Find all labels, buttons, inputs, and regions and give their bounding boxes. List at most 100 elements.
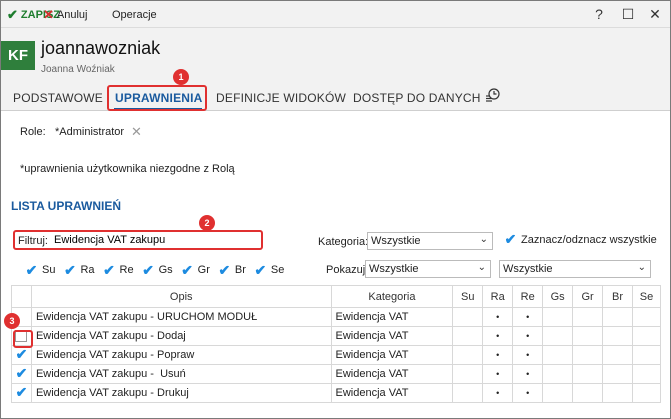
- cell-kategoria: Ewidencja VAT: [330, 364, 454, 384]
- cell-opis: Ewidencja VAT zakupu - Dodaj: [30, 326, 332, 346]
- help-button[interactable]: ?: [590, 5, 608, 23]
- cell-ra: •: [482, 307, 514, 327]
- column-filter-re[interactable]: ✔ Re: [103, 262, 133, 278]
- checkmark-icon: ✔: [25, 261, 38, 278]
- cell-se: [631, 307, 662, 327]
- operations-label: Operacje: [112, 9, 157, 21]
- show-select[interactable]: Wszystkie ⌄: [365, 260, 491, 278]
- table-row[interactable]: Ewidencja VAT zakupu - URUCHOM MODUŁ Ewi…: [11, 307, 662, 327]
- column-header-ra[interactable]: Ra: [482, 285, 514, 308]
- highlight-box-checkbox: [13, 330, 33, 348]
- table-row[interactable]: Ewidencja VAT zakupu - Dodaj Ewidencja V…: [11, 326, 662, 346]
- user-header: KF joannawozniak Joanna Woźniak: [1, 28, 670, 83]
- cell-gs: [542, 326, 574, 346]
- tab-podstawowe[interactable]: PODSTAWOWE: [13, 91, 103, 105]
- cell-opis: Ewidencja VAT zakupu - Popraw: [30, 345, 332, 365]
- column-header-su[interactable]: Su: [452, 285, 484, 308]
- checkmark-icon: ✔: [254, 261, 267, 278]
- step-badge-1: 1: [173, 69, 189, 85]
- row-checkbox-cell: ✔: [11, 383, 32, 403]
- help-icon: ?: [595, 6, 603, 22]
- user-login: joannawozniak: [41, 38, 161, 58]
- table-row[interactable]: ✔ Ewidencja VAT zakupu - Popraw Ewidencj…: [11, 345, 662, 365]
- cell-se: [631, 364, 662, 384]
- table-row[interactable]: ✔ Ewidencja VAT zakupu - Drukuj Ewidencj…: [11, 383, 662, 403]
- cell-kategoria: Ewidencja VAT: [330, 326, 454, 346]
- role-value: *Administrator: [55, 126, 125, 138]
- toolbar: ✔ ZAPISZ ✕ Anuluj Operacje ? ☐ ✕: [1, 1, 670, 28]
- checkmark-icon: ✔: [504, 231, 517, 247]
- user-window: ✔ ZAPISZ ✕ Anuluj Operacje ? ☐ ✕ KF joan…: [0, 0, 671, 419]
- maximize-icon: ☐: [621, 5, 635, 22]
- column-header-re[interactable]: Re: [512, 285, 544, 308]
- select-column-header: [11, 285, 32, 308]
- step-badge-3: 3: [4, 313, 20, 329]
- roles-label: Role:: [20, 126, 46, 138]
- column-filter-gr[interactable]: ✔ Gr: [181, 261, 210, 278]
- cell-re: •: [512, 345, 544, 365]
- cell-ra: •: [482, 345, 514, 365]
- column-filter-br[interactable]: ✔ Br: [218, 261, 246, 278]
- avatar: KF: [1, 41, 35, 70]
- column-filter-label: Se: [270, 264, 285, 276]
- cell-se: [631, 345, 662, 365]
- highlight-box-tab: [107, 85, 207, 111]
- cell-br: [602, 383, 633, 403]
- cell-br: [602, 364, 633, 384]
- column-filter-label: Gr: [197, 264, 210, 276]
- cell-gs: [542, 345, 574, 365]
- toggle-all-checkbox[interactable]: ✔ Zaznacz/odznacz wszystkie: [504, 231, 657, 247]
- column-filter-label: Su: [42, 264, 56, 276]
- cell-re: •: [512, 326, 544, 346]
- remove-role-icon[interactable]: ✕: [131, 124, 142, 140]
- row-checkbox-checked[interactable]: ✔: [15, 384, 28, 400]
- close-icon: ✕: [43, 7, 54, 22]
- chevron-down-icon: ⌄: [637, 262, 646, 273]
- column-filter-label: Ra: [80, 264, 95, 276]
- checkmark-icon: ✔: [181, 261, 194, 278]
- maximize-button[interactable]: ☐: [619, 5, 637, 23]
- cancel-button[interactable]: ✕ Anuluj: [43, 7, 87, 23]
- column-header-br[interactable]: Br: [602, 285, 633, 308]
- column-filter-ra[interactable]: ✔ Ra: [63, 261, 95, 278]
- column-header-gr[interactable]: Gr: [572, 285, 604, 308]
- cell-br: [602, 345, 633, 365]
- close-window-button[interactable]: ✕: [646, 5, 664, 23]
- show-select-secondary[interactable]: Wszystkie ⌄: [499, 260, 651, 278]
- column-filter-gs[interactable]: ✔ Gs: [142, 262, 172, 278]
- checkmark-icon: ✔: [218, 261, 231, 278]
- toggle-all-label: Zaznacz/odznacz wszystkie: [521, 233, 657, 246]
- cell-gr: [572, 364, 604, 384]
- column-filter-su[interactable]: ✔ Su: [25, 261, 56, 278]
- category-select[interactable]: Wszystkie ⌄: [367, 232, 493, 250]
- column-filter-label: Br: [234, 264, 246, 276]
- row-checkbox-checked[interactable]: ✔: [15, 346, 28, 362]
- column-filter-se[interactable]: ✔ Se: [254, 261, 285, 278]
- tab-definicje-widokow[interactable]: DEFINICJE WIDOKÓW: [216, 91, 346, 105]
- step-badge-2: 2: [199, 215, 215, 231]
- cell-kategoria: Ewidencja VAT: [330, 345, 454, 365]
- column-header-se[interactable]: Se: [631, 285, 662, 308]
- operations-menu[interactable]: Operacje: [112, 7, 157, 23]
- row-checkbox-cell: ✔: [11, 345, 32, 365]
- cell-gr: [572, 345, 604, 365]
- permissions-table: Opis Kategoria Su Ra Re Gs Gr Br Se Ewid…: [11, 285, 662, 403]
- cell-su: [452, 383, 484, 403]
- history-icon[interactable]: [485, 87, 501, 106]
- column-header-gs[interactable]: Gs: [542, 285, 574, 308]
- cell-su: [452, 307, 484, 327]
- column-header-kategoria[interactable]: Kategoria: [330, 285, 454, 308]
- column-header-opis[interactable]: Opis: [30, 285, 332, 308]
- cell-opis: Ewidencja VAT zakupu - Drukuj: [30, 383, 332, 403]
- show-selected: Wszystkie: [369, 263, 419, 275]
- cell-br: [602, 307, 633, 327]
- cell-opis: Ewidencja VAT zakupu - Usuń: [30, 364, 332, 384]
- checkmark-icon: ✔: [64, 261, 76, 278]
- tab-bar: PODSTAWOWE UPRAWNIENIA DEFINICJE WIDOKÓW…: [1, 83, 670, 111]
- table-row[interactable]: ✔ Ewidencja VAT zakupu - Usuń Ewidencja …: [11, 364, 662, 384]
- role-mismatch-note: *uprawnienia użytkownika niezgodne z Rol…: [20, 163, 235, 175]
- row-checkbox-checked[interactable]: ✔: [15, 365, 28, 381]
- tab-dostep-do-danych[interactable]: DOSTĘP DO DANYCH: [353, 91, 481, 105]
- chevron-down-icon: ⌄: [479, 234, 488, 245]
- show-label: Pokazuj:: [326, 264, 369, 276]
